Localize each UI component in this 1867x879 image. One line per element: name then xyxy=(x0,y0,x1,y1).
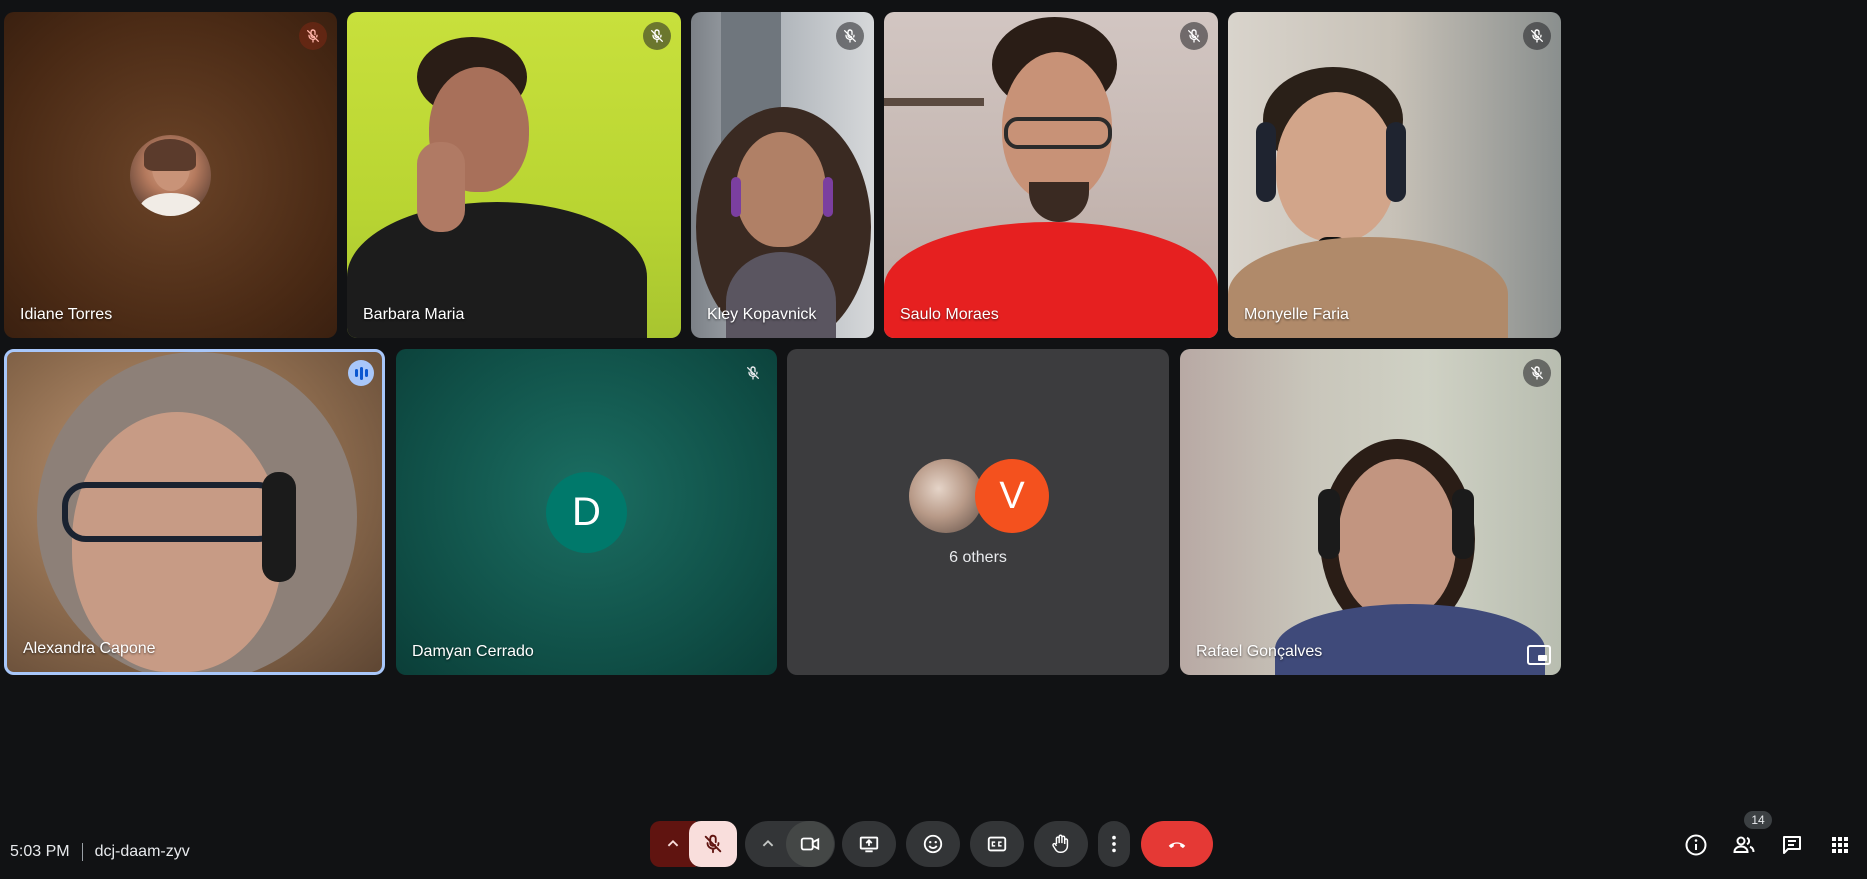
muted-indicator xyxy=(299,22,327,50)
divider xyxy=(81,843,83,861)
chat-icon xyxy=(1783,836,1801,854)
chevron-up-icon xyxy=(762,839,774,847)
captions-button[interactable] xyxy=(970,821,1024,867)
participant-name: Rafael Gonçalves xyxy=(1196,643,1323,660)
muted-indicator xyxy=(1523,359,1551,387)
participant-tile-active-speaker[interactable]: Alexandra Capone xyxy=(4,349,385,675)
others-count-label: 6 others xyxy=(949,549,1007,566)
meeting-info: 5:03 PM dcj-daam-zyv xyxy=(10,843,190,861)
reactions-button[interactable] xyxy=(906,821,960,867)
mic-off-icon xyxy=(1529,28,1545,44)
participant-avatar: D xyxy=(546,472,627,553)
activities-button[interactable] xyxy=(1827,832,1853,858)
participant-name: Barbara Maria xyxy=(363,306,465,323)
apps-grid-icon xyxy=(1832,837,1848,853)
meeting-code: dcj-daam-zyv xyxy=(94,843,190,860)
muted-indicator xyxy=(643,22,671,50)
camera-icon xyxy=(800,837,820,851)
chevron-up-icon xyxy=(667,839,679,847)
mic-off-icon xyxy=(702,833,724,855)
participant-tile[interactable]: Monyelle Faria xyxy=(1228,12,1561,338)
pip-icon[interactable] xyxy=(1527,645,1551,665)
participant-name: Monyelle Faria xyxy=(1244,306,1349,323)
participant-avatar: V xyxy=(975,459,1049,533)
mic-off-icon xyxy=(305,28,321,44)
mic-off-icon xyxy=(1529,365,1545,381)
mic-off-icon xyxy=(1186,28,1202,44)
participant-video xyxy=(884,12,1218,338)
muted-indicator xyxy=(1523,22,1551,50)
mic-toggle-button[interactable] xyxy=(689,821,737,867)
raise-hand-button[interactable] xyxy=(1034,821,1088,867)
participant-name: Alexandra Capone xyxy=(23,640,156,657)
people-button[interactable] xyxy=(1731,832,1757,858)
more-vert-icon xyxy=(1112,835,1116,853)
participant-name: Saulo Moraes xyxy=(900,306,999,323)
participant-name: Idiane Torres xyxy=(20,306,113,323)
participant-video xyxy=(1228,12,1561,338)
participant-tile[interactable]: Barbara Maria xyxy=(347,12,681,338)
info-icon xyxy=(1685,834,1707,856)
more-options-button[interactable] xyxy=(1098,821,1130,867)
captions-icon xyxy=(987,836,1007,852)
participant-video xyxy=(7,352,382,672)
participant-video xyxy=(691,12,874,338)
emoji-icon xyxy=(923,834,943,854)
people-count-badge: 14 xyxy=(1744,811,1772,829)
muted-indicator xyxy=(739,359,767,387)
hand-icon xyxy=(1052,834,1069,853)
participant-tile[interactable]: Kley Kopavnick xyxy=(691,12,874,338)
participant-avatar xyxy=(909,459,983,533)
leave-call-button[interactable] xyxy=(1141,821,1213,867)
participant-video xyxy=(347,12,681,338)
meeting-time: 5:03 PM xyxy=(10,843,70,860)
people-icon xyxy=(1733,836,1755,853)
participant-tile[interactable]: Idiane Torres xyxy=(4,12,337,338)
mic-off-icon xyxy=(842,28,858,44)
camera-toggle-button[interactable] xyxy=(786,821,834,867)
meeting-details-button[interactable] xyxy=(1683,832,1709,858)
participant-name: Kley Kopavnick xyxy=(707,306,817,323)
speaking-icon xyxy=(348,360,374,386)
present-now-button[interactable] xyxy=(842,821,896,867)
participant-tile[interactable]: Saulo Moraes xyxy=(884,12,1218,338)
participant-name: Damyan Cerrado xyxy=(412,643,534,660)
participant-tile[interactable]: Rafael Gonçalves xyxy=(1180,349,1561,675)
chat-button[interactable] xyxy=(1779,832,1805,858)
present-icon xyxy=(859,836,879,853)
mic-off-icon xyxy=(649,28,665,44)
end-call-icon xyxy=(1168,842,1186,849)
participant-tile[interactable]: D Damyan Cerrado xyxy=(396,349,777,675)
participant-avatar xyxy=(130,135,211,216)
others-tile[interactable]: V 6 others xyxy=(787,349,1169,675)
muted-indicator xyxy=(836,22,864,50)
participant-video xyxy=(1180,349,1561,675)
muted-indicator xyxy=(1180,22,1208,50)
mic-off-icon xyxy=(745,365,761,381)
